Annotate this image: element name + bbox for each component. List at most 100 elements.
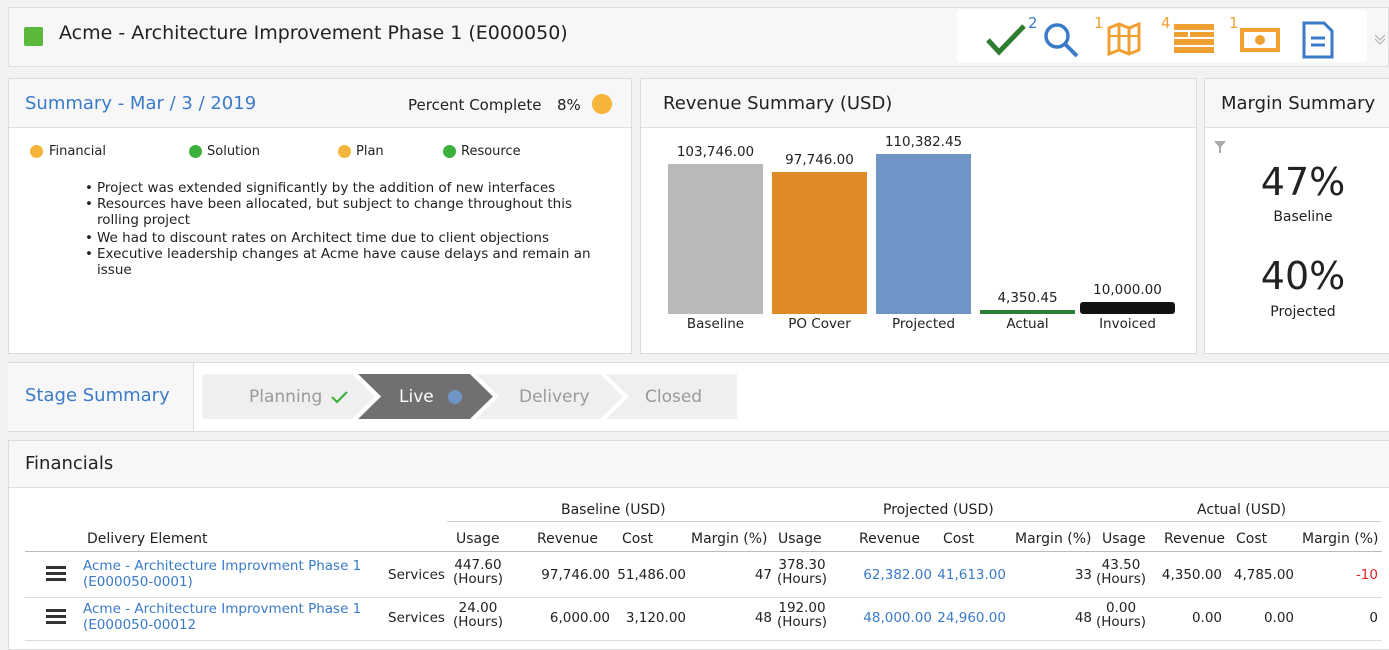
- map-icon[interactable]: [1107, 22, 1143, 56]
- col-p-usage: Usage: [778, 531, 822, 547]
- projected-margin: 48: [1074, 610, 1092, 626]
- actual-margin: 0: [1369, 610, 1378, 626]
- list-badge: 1: [1229, 14, 1239, 32]
- legend-dot-plan: [338, 145, 351, 158]
- financials-title: Financials: [25, 453, 114, 474]
- legend-dot-financial: [30, 145, 43, 158]
- revenue-title: Revenue Summary (USD): [663, 93, 893, 114]
- col-p-margin: Margin (%): [1015, 531, 1092, 547]
- legend-dot-resource: [443, 145, 456, 158]
- group-baseline: Baseline (USD): [561, 502, 666, 518]
- summary-title: Summary - Mar / 3 / 2019: [25, 93, 257, 114]
- element-type: Services: [388, 567, 445, 583]
- summary-bullet: We had to discount rates on Architect ti…: [85, 230, 617, 246]
- toolbar: 2 1 4 1: [957, 10, 1367, 62]
- group-actual: Actual (USD): [1197, 502, 1287, 518]
- filter-icon[interactable]: [1213, 140, 1227, 154]
- col-b-margin: Margin (%): [691, 531, 768, 547]
- margin-baseline-value: 47%: [1260, 160, 1346, 204]
- revenue-bar-value: 97,746.00: [785, 152, 854, 168]
- percent-complete-label: Percent Complete: [408, 96, 542, 114]
- legend-plan: Plan: [356, 144, 384, 159]
- actual-usage: 0.00 (Hours): [1095, 600, 1147, 630]
- col-a-cost: Cost: [1236, 531, 1268, 547]
- checkmark-icon: [331, 390, 349, 404]
- revenue-bar[interactable]: [876, 154, 971, 314]
- margin-projected-value: 40%: [1260, 254, 1346, 298]
- summary-bullet: Executive leadership changes at Acme hav…: [85, 246, 617, 278]
- stage-live[interactable]: Live: [399, 374, 462, 419]
- search-badge: 1: [1094, 14, 1104, 32]
- col-a-revenue: Revenue: [1164, 531, 1225, 547]
- checkmark-icon[interactable]: [984, 22, 1028, 56]
- revenue-bar[interactable]: [1080, 302, 1175, 314]
- col-b-cost: Cost: [622, 531, 654, 547]
- revenue-bar-value: 110,382.45: [884, 134, 963, 150]
- revenue-bar[interactable]: [668, 164, 763, 314]
- col-p-revenue: Revenue: [859, 531, 920, 547]
- element-type: Services: [388, 610, 445, 626]
- margin-title: Margin Summary: [1221, 93, 1376, 114]
- checkmark-badge: 2: [1028, 14, 1038, 32]
- delivery-element-link[interactable]: Acme - Architecture Improvment Phase 1: [83, 558, 361, 574]
- margin-projected-label: Projected: [1270, 304, 1336, 320]
- stage-planning-label: Planning: [249, 386, 323, 407]
- revenue-bar-value: 10,000.00: [1093, 282, 1162, 298]
- legend-dot-solution: [189, 145, 202, 158]
- legend-resource: Resource: [461, 144, 521, 159]
- revenue-bar-label: PO Cover: [788, 316, 851, 332]
- col-delivery-element: Delivery Element: [87, 531, 208, 547]
- baseline-revenue: 97,746.00: [541, 567, 610, 583]
- revenue-bar-label: Projected: [891, 316, 956, 332]
- stage-delivery[interactable]: Delivery: [519, 374, 590, 419]
- stage-planning[interactable]: Planning: [249, 374, 350, 419]
- row-menu-icon[interactable]: [46, 621, 66, 624]
- col-a-margin: Margin (%): [1302, 531, 1379, 547]
- baseline-cost: 3,120.00: [625, 610, 686, 626]
- summary-bullet: Resources have been allocated, but subje…: [85, 196, 617, 228]
- stage-live-indicator: [447, 389, 462, 404]
- list-icon[interactable]: [1174, 24, 1214, 54]
- row-menu-icon[interactable]: [46, 609, 66, 612]
- row-menu-icon[interactable]: [46, 572, 66, 575]
- status-indicator: [24, 27, 43, 46]
- legend-solution: Solution: [207, 144, 260, 159]
- delivery-element-id[interactable]: (E000050-00012: [83, 617, 196, 633]
- baseline-usage: 24.00 (Hours): [452, 600, 504, 630]
- revenue-bar-value: 103,746.00: [676, 144, 755, 160]
- delivery-element-link[interactable]: Acme - Architecture Improvment Phase 1: [83, 601, 361, 617]
- row-menu-icon[interactable]: [46, 615, 66, 618]
- chevron-down-icon[interactable]: [1373, 32, 1387, 46]
- stage-title: Stage Summary: [25, 385, 170, 406]
- col-p-cost: Cost: [943, 531, 975, 547]
- revenue-bar[interactable]: [772, 172, 867, 314]
- baseline-usage: 447.60 (Hours): [452, 557, 504, 587]
- col-a-usage: Usage: [1102, 531, 1146, 547]
- revenue-bar[interactable]: [980, 310, 1075, 314]
- col-b-revenue: Revenue: [537, 531, 598, 547]
- summary-bullet: Project was extended significantly by th…: [85, 180, 617, 196]
- col-b-usage: Usage: [456, 531, 500, 547]
- revenue-bar-label: Baseline: [686, 316, 745, 332]
- group-projected: Projected (USD): [883, 502, 994, 518]
- search-icon[interactable]: [1041, 20, 1081, 60]
- map-badge: 4: [1161, 14, 1171, 32]
- actual-cost: 0.00: [1263, 610, 1294, 626]
- row-menu-icon[interactable]: [46, 578, 66, 581]
- actual-usage: 43.50 (Hours): [1095, 557, 1147, 587]
- stage-delivery-label: Delivery: [519, 386, 590, 407]
- actual-revenue: 0.00: [1191, 610, 1222, 626]
- baseline-margin: 47: [754, 567, 772, 583]
- project-title: Acme - Architecture Improvement Phase 1 …: [59, 22, 568, 44]
- stage-closed[interactable]: Closed: [645, 374, 702, 419]
- row-menu-icon[interactable]: [46, 566, 66, 569]
- projected-margin: 33: [1074, 567, 1092, 583]
- projected-cost: 24,960.00: [937, 610, 1006, 626]
- actual-margin: -10: [1355, 567, 1378, 583]
- delivery-element-id[interactable]: (E000050-0001): [83, 574, 193, 590]
- money-icon[interactable]: [1240, 28, 1280, 52]
- document-icon[interactable]: [1302, 21, 1334, 59]
- actual-revenue: 4,350.00: [1161, 567, 1222, 583]
- margin-baseline-label: Baseline: [1273, 209, 1333, 225]
- legend-financial: Financial: [49, 144, 106, 159]
